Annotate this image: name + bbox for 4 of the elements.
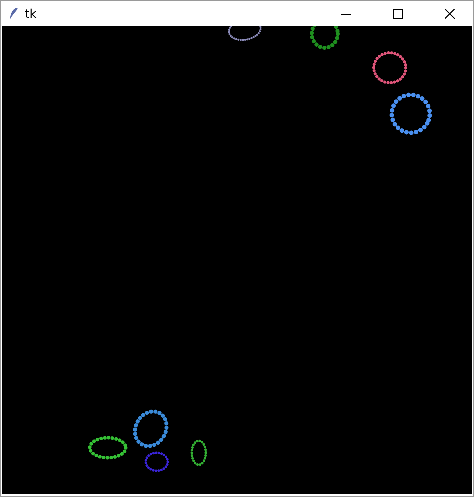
- maximize-icon: [393, 8, 403, 18]
- feather-icon: [9, 6, 19, 20]
- close-icon: [445, 8, 455, 18]
- window-title: tk: [25, 6, 38, 20]
